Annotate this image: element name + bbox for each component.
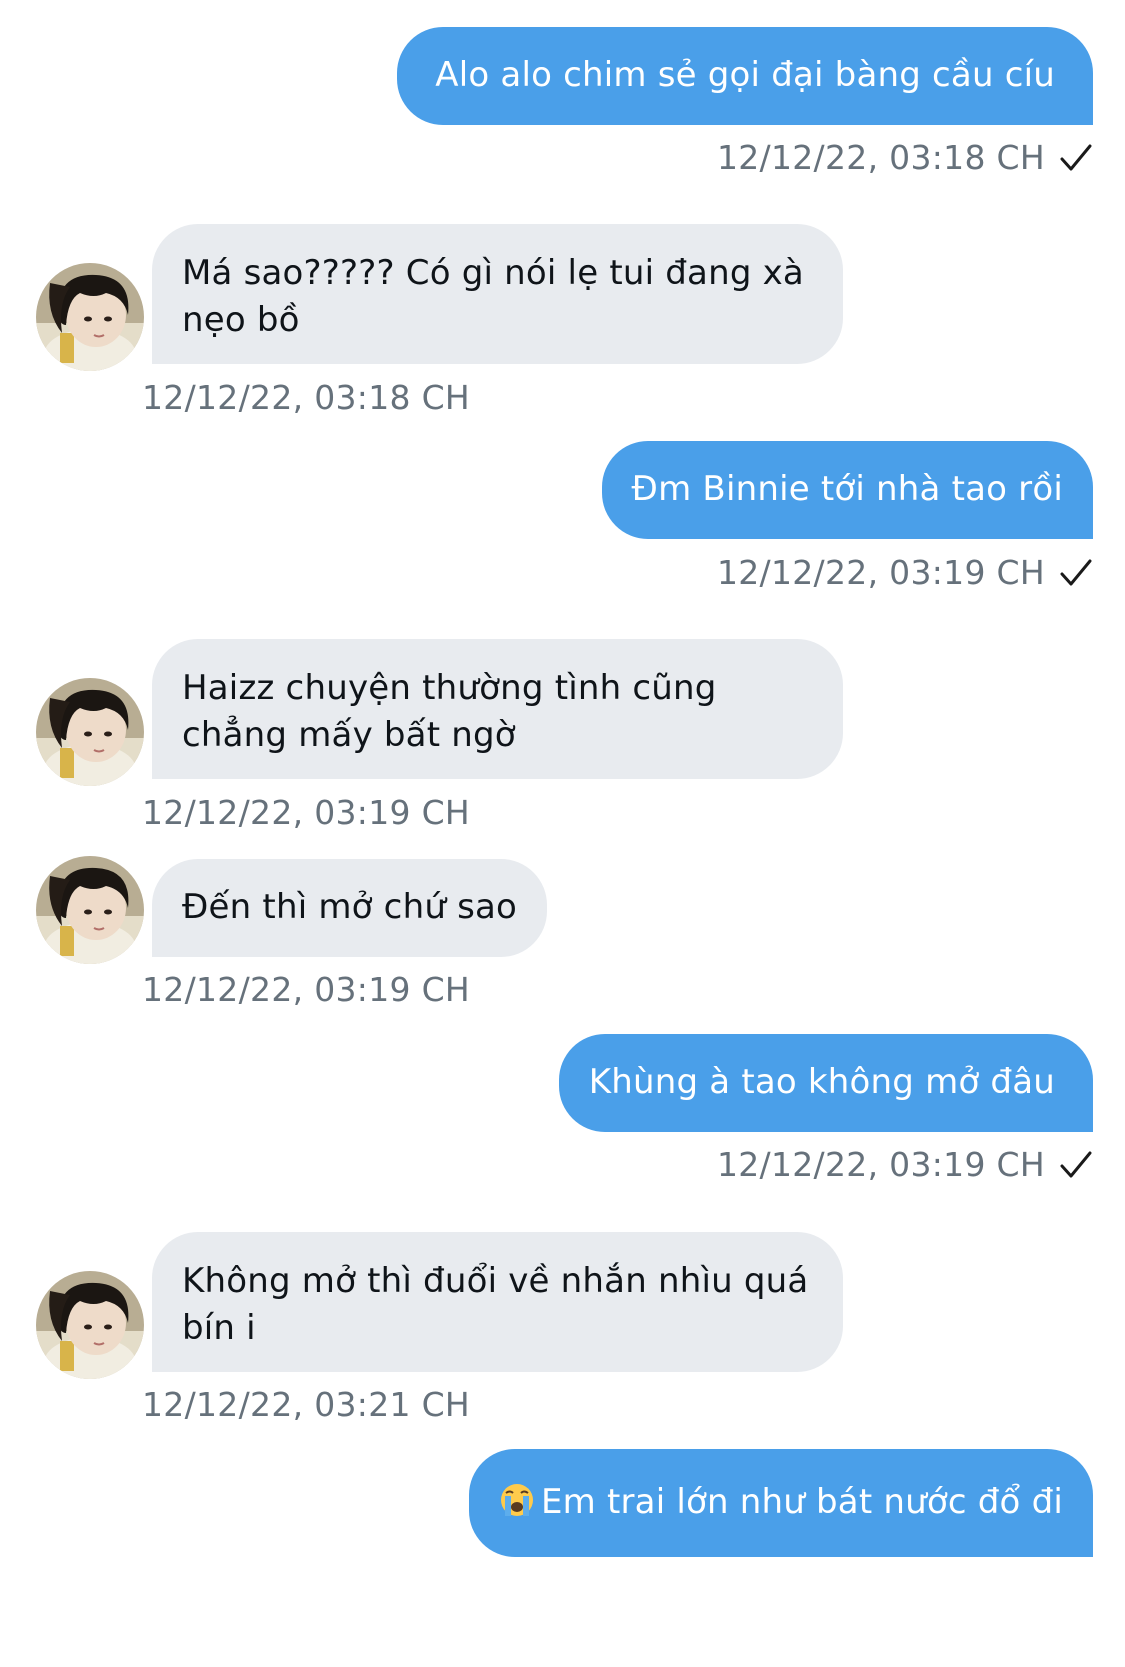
- message-text: Đến thì mở chứ sao: [182, 887, 518, 927]
- message-bubble-incoming[interactable]: Không mở thì đuổi về nhắn nhìu quá bín i: [152, 1232, 843, 1372]
- message-text: Má sao????? Có gì nói lẹ tui đang xà nẹo…: [182, 253, 804, 340]
- check-icon: [1060, 559, 1092, 585]
- check-icon: [1060, 144, 1092, 170]
- message-bubble-incoming[interactable]: Má sao????? Có gì nói lẹ tui đang xà nẹo…: [152, 224, 843, 364]
- message-bubble-incoming[interactable]: Đến thì mở chứ sao: [152, 859, 548, 957]
- message-timestamp: 12/12/22, 03:19 CH: [716, 1145, 1045, 1184]
- message-text: Haizz chuyện thường tình cũng chẳng mấy …: [182, 668, 717, 755]
- message-bubble-outgoing[interactable]: Đm Binnie tới nhà tao rồi: [601, 441, 1093, 539]
- avatar[interactable]: [36, 1271, 144, 1379]
- message-meta: 12/12/22, 03:19 CH: [717, 553, 1093, 592]
- avatar[interactable]: [36, 263, 144, 371]
- message-bubble-outgoing[interactable]: Khùng à tao không mở đâu: [558, 1034, 1093, 1132]
- message-timestamp: 12/12/22, 03:19 CH: [142, 793, 471, 832]
- message-bubble-outgoing[interactable]: Alo alo chim sẻ gọi đại bàng cầu cíu: [397, 27, 1093, 125]
- message-timestamp: 12/12/22, 03:18 CH: [716, 138, 1045, 177]
- message-meta: 12/12/22, 03:18 CH: [717, 138, 1093, 177]
- message-timestamp: 12/12/22, 03:19 CH: [716, 553, 1045, 592]
- message-text: Đm Binnie tới nhà tao rồi: [631, 469, 1063, 509]
- message-bubble-outgoing[interactable]: Em trai lớn như bát nước đổ đi: [468, 1449, 1093, 1557]
- message-timestamp: 12/12/22, 03:18 CH: [142, 378, 471, 417]
- message-timestamp: 12/12/22, 03:19 CH: [142, 970, 471, 1009]
- avatar[interactable]: [36, 856, 144, 964]
- crying-face-icon: [500, 1484, 533, 1516]
- message-text: Không mở thì đuổi về nhắn nhìu quá bín i: [182, 1261, 809, 1348]
- check-icon: [1060, 1151, 1092, 1177]
- message-timestamp: 12/12/22, 03:21 CH: [142, 1385, 471, 1424]
- message-text: Alo alo chim sẻ gọi đại bàng cầu cíu: [435, 55, 1055, 95]
- message-meta: 12/12/22, 03:19 CH: [717, 1145, 1093, 1184]
- message-bubble-incoming[interactable]: Haizz chuyện thường tình cũng chẳng mấy …: [152, 639, 843, 779]
- message-text: Khùng à tao không mở đâu: [588, 1062, 1055, 1102]
- avatar[interactable]: [36, 678, 144, 786]
- message-text: Em trai lớn như bát nước đổ đi: [540, 1482, 1063, 1522]
